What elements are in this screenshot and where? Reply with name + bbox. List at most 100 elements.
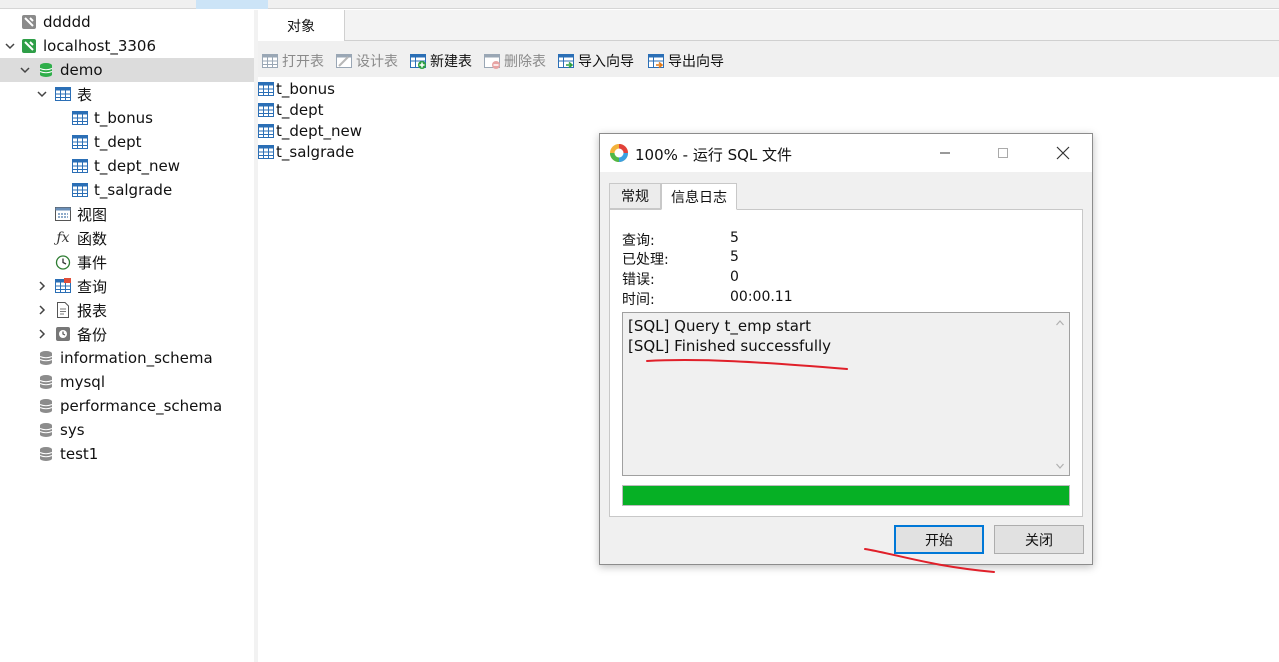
stat-label: 查询:: [622, 233, 655, 249]
chevron-right-icon[interactable]: [35, 327, 49, 341]
query-icon: [55, 278, 71, 294]
tree-item-label: ddddd: [43, 13, 91, 31]
tree-item-reports[interactable]: 报表: [0, 298, 254, 322]
table-folder-icon: [55, 86, 71, 102]
tree-item-label: demo: [60, 61, 103, 79]
object-label: t_bonus: [276, 79, 335, 98]
log-line: [SQL] Finished successfully: [628, 337, 832, 355]
close-icon: [1056, 146, 1070, 160]
stat-value: 5: [730, 249, 739, 265]
tree-item-performance-schema[interactable]: performance_schema: [0, 394, 254, 418]
chevron-down-icon[interactable]: [35, 87, 49, 101]
dialog-title-bar[interactable]: 100% - 运行 SQL 文件: [600, 134, 1092, 172]
tree-item-functions[interactable]: ƒx 函数: [0, 226, 254, 250]
stat-label: 已处理:: [622, 252, 669, 268]
import-icon: [558, 53, 574, 69]
tree-item-test1[interactable]: test1: [0, 442, 254, 466]
close-window-button[interactable]: [1034, 134, 1092, 172]
tree-item-label: performance_schema: [60, 397, 223, 415]
object-item-t-bonus[interactable]: t_bonus: [258, 78, 335, 99]
tree-item-t-salgrade[interactable]: t_salgrade: [0, 178, 254, 202]
object-item-t-dept-new[interactable]: t_dept_new: [258, 120, 362, 141]
connection-icon: [21, 38, 37, 54]
delete-table-button[interactable]: 删除表: [484, 51, 546, 71]
object-label: t_dept_new: [276, 121, 363, 140]
scroll-up-icon[interactable]: [1055, 318, 1065, 328]
backup-icon: [55, 326, 71, 342]
database-icon: [38, 446, 54, 462]
chevron-down-icon[interactable]: [3, 39, 17, 53]
maximize-icon: [998, 148, 1008, 158]
export-icon: [648, 53, 664, 69]
message-log-panel: 查询: 5 已处理: 5 错误: 0 时间: 00:00.11 [SQL] Qu…: [609, 209, 1083, 517]
object-item-t-dept[interactable]: t_dept: [258, 99, 324, 120]
stat-value: 00:00.11: [730, 289, 793, 305]
table-icon: [258, 123, 274, 139]
tree-item-ddddd[interactable]: ddddd: [0, 10, 254, 34]
new-table-button[interactable]: 新建表: [410, 51, 472, 71]
tree-item-localhost[interactable]: localhost_3306: [0, 34, 254, 58]
object-item-t-salgrade[interactable]: t_salgrade: [258, 141, 354, 162]
tree-item-label: 报表: [77, 301, 108, 320]
chevron-right-icon[interactable]: [35, 303, 49, 317]
connection-icon: [21, 14, 37, 30]
stat-value: 0: [730, 269, 739, 285]
tree-item-label: t_dept: [94, 133, 142, 151]
table-icon: [72, 158, 88, 174]
tree-item-t-dept-new[interactable]: t_dept_new: [0, 154, 254, 178]
run-sql-file-dialog: 100% - 运行 SQL 文件 常规 信息日志 查询: 5 已处理: 5 错误…: [599, 133, 1093, 565]
tree-item-sys[interactable]: sys: [0, 418, 254, 442]
design-table-icon: [336, 53, 352, 69]
database-icon: [38, 350, 54, 366]
stat-value: 5: [730, 230, 739, 246]
maximize-button[interactable]: [974, 134, 1032, 172]
tree-item-mysql[interactable]: mysql: [0, 370, 254, 394]
progress-bar: [622, 485, 1070, 506]
design-table-button[interactable]: 设计表: [336, 51, 398, 71]
start-button[interactable]: 开始: [894, 525, 984, 554]
tree-item-label: information_schema: [60, 349, 213, 367]
chevron-down-icon[interactable]: [18, 63, 32, 77]
open-table-button[interactable]: 打开表: [262, 51, 324, 71]
database-icon: [38, 422, 54, 438]
tree-item-events[interactable]: 事件: [0, 250, 254, 274]
tree-item-information-schema[interactable]: information_schema: [0, 346, 254, 370]
event-clock-icon: [55, 254, 71, 270]
tree-item-views[interactable]: 视图: [0, 202, 254, 226]
import-wizard-button[interactable]: 导入向导: [558, 51, 634, 71]
tree-item-label: localhost_3306: [43, 37, 157, 55]
stat-label: 错误:: [622, 272, 655, 288]
minimize-button[interactable]: [916, 134, 974, 172]
chevron-right-icon[interactable]: [35, 279, 49, 293]
tab-message-log[interactable]: 信息日志: [661, 183, 737, 210]
export-wizard-button[interactable]: 导出向导: [648, 51, 724, 71]
tree-item-t-dept[interactable]: t_dept: [0, 130, 254, 154]
tree-item-label: test1: [60, 445, 99, 463]
table-icon: [258, 81, 274, 97]
table-icon: [72, 110, 88, 126]
app-logo-icon: [609, 143, 629, 163]
scroll-down-icon[interactable]: [1055, 461, 1065, 471]
log-textarea[interactable]: [SQL] Query t_emp start [SQL] Finished s…: [622, 312, 1070, 476]
tab-general[interactable]: 常规: [609, 183, 661, 209]
tree-item-queries[interactable]: 查询: [0, 274, 254, 298]
new-table-icon: [410, 53, 426, 69]
close-button[interactable]: 关闭: [994, 525, 1084, 554]
export-wizard-label: 导出向导: [668, 54, 724, 70]
minimize-icon: [940, 152, 950, 154]
tree-item-tables-folder[interactable]: 表: [0, 82, 254, 106]
object-label: t_salgrade: [276, 142, 355, 161]
tab-objects[interactable]: 对象: [258, 10, 345, 42]
log-line: [SQL] Query t_emp start: [628, 317, 811, 335]
tree-item-demo[interactable]: demo: [0, 58, 254, 82]
tree-item-t-bonus[interactable]: t_bonus: [0, 106, 254, 130]
database-icon: [38, 374, 54, 390]
database-icon: [38, 62, 54, 78]
stat-label: 时间:: [622, 292, 655, 308]
tree-item-label: t_dept_new: [94, 157, 181, 175]
table-icon: [258, 102, 274, 118]
tree-item-label: 视图: [77, 205, 108, 224]
tree-item-label: 函数: [77, 229, 108, 248]
tree-item-backups[interactable]: 备份: [0, 322, 254, 346]
new-table-label: 新建表: [430, 54, 472, 70]
